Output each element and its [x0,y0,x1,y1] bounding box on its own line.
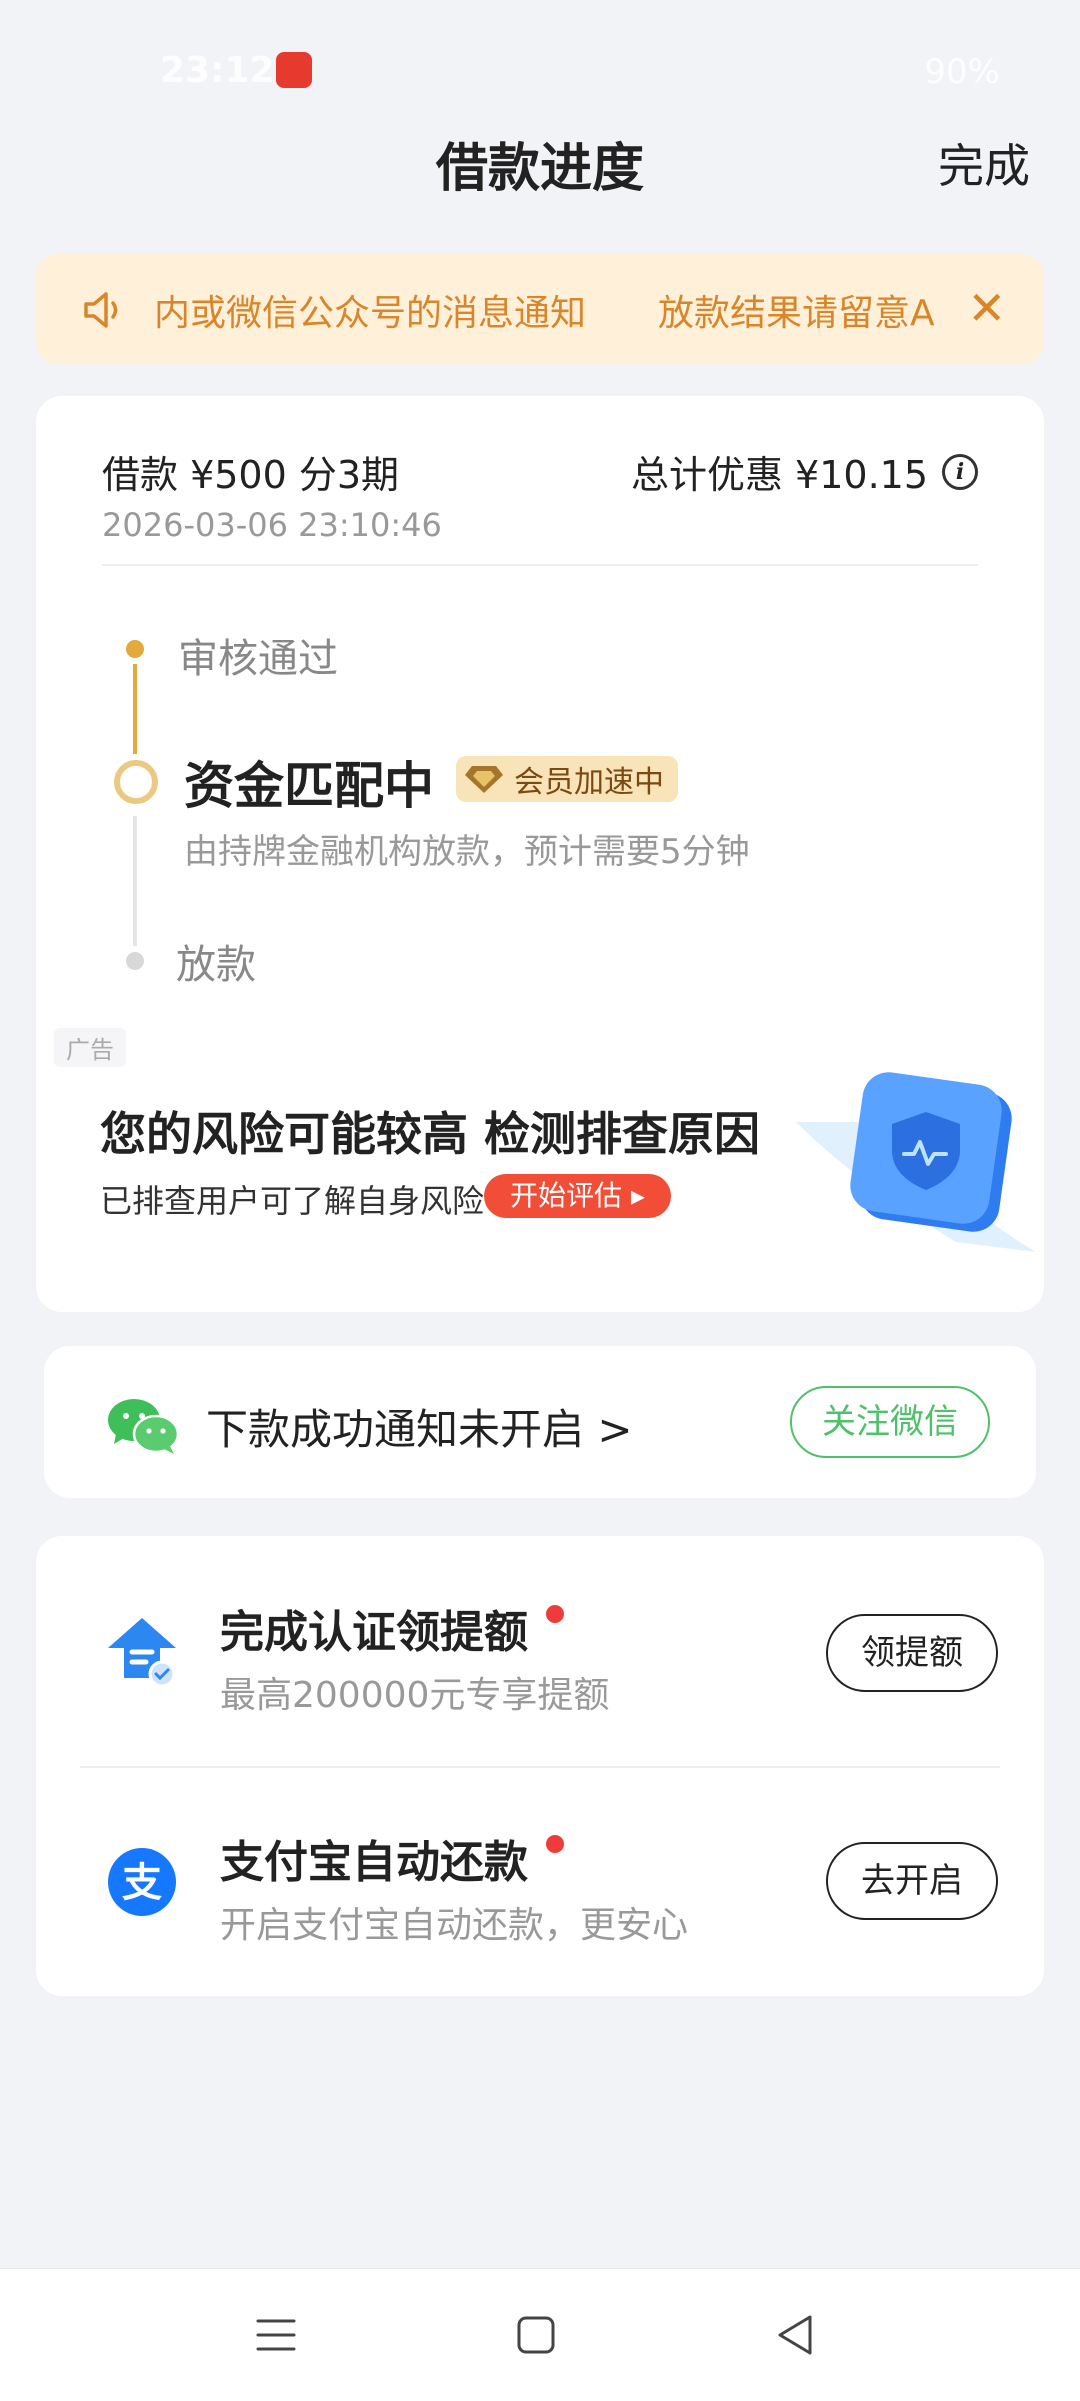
divider [102,564,978,566]
task-subtitle-verify: 最高200000元专享提额 [220,1675,610,1716]
timeline-line-pending [133,816,137,946]
discount-info[interactable]: 总计优惠 ¥10.15 i [631,444,978,499]
home-icon[interactable] [510,2309,562,2361]
enable-autopay-button[interactable]: 去开启 [826,1842,998,1920]
status-time: 23:12 [160,50,275,91]
step-matching: 资金匹配中 [184,757,434,815]
loan-datetime: 2026-03-06 23:10:46 [102,506,442,544]
vip-speedup-badge: 会员加速中 [456,756,678,802]
menu-icon[interactable] [250,2309,302,2361]
ad-tag: 广告 [54,1028,126,1067]
svg-text:支: 支 [122,1860,162,1906]
ad-subtitle: 已排查用户可了解自身风险 [100,1182,485,1220]
close-icon[interactable]: ✕ [967,280,1006,336]
task-title-verify: 完成认证领提额 [220,1596,564,1660]
done-button[interactable]: 完成 [938,130,1030,196]
start-assessment-button[interactable]: 开始评估 ▸ [484,1174,671,1218]
info-icon[interactable]: i [942,453,978,490]
alipay-icon: 支 [108,1848,176,1916]
red-dot-badge [546,1835,564,1853]
step-approved: 审核通过 [178,636,338,682]
vip-badge-label: 会员加速中 [514,765,664,800]
tasks-card: 完成认证领提额 最高200000元专享提额 领提额 支 支付宝自动还款 开启支付… [36,1536,1044,1996]
wechat-notify-card[interactable]: 下款成功通知未开启 > 关注微信 [44,1346,1036,1498]
notice-text: 内或微信公众号的消息通知 放款结果请留意A [154,293,935,334]
timeline-dot-pending [126,952,144,970]
task-title-alipay-text: 支付宝自动还款 [220,1837,528,1888]
task-subtitle-alipay: 开启支付宝自动还款，更安心 [220,1905,689,1946]
system-nav-bar [0,2268,1080,2401]
discount-text: 总计优惠 ¥10.15 [630,453,928,497]
wechat-icon [108,1399,180,1454]
page-title: 借款进度 [435,139,644,199]
battery-indicator: 90% [924,52,1000,92]
loan-progress-card: 借款 ¥500 分3期 总计优惠 ¥10.15 i 2026-03-06 23:… [36,396,1044,1312]
step-disbursement: 放款 [176,942,256,988]
get-credit-button[interactable]: 领提额 [826,1614,998,1692]
shield-card-icon [796,1072,1036,1252]
divider [80,1766,1000,1768]
credit-boost-icon [108,1618,176,1688]
speaker-icon [84,292,118,328]
task-title-verify-text: 完成认证领提额 [220,1607,528,1658]
step-matching-description: 由持牌金融机构放款，预计需要5分钟 [184,832,750,872]
notice-bar: 内或微信公众号的消息通知 放款结果请留意A ✕ [36,254,1044,364]
timeline-current-ring [114,760,158,804]
ad-title[interactable]: 您的风险可能较高 检测排查原因 [100,1098,760,1164]
follow-wechat-button[interactable]: 关注微信 [790,1386,990,1458]
wechat-notify-text[interactable]: 下款成功通知未开启 > [206,1396,633,1457]
task-title-alipay: 支付宝自动还款 [220,1826,564,1890]
timeline-line-done [133,664,137,754]
diamond-icon [465,766,503,793]
loan-summary: 借款 ¥500 分3期 [102,453,400,497]
red-dot-badge [546,1605,564,1623]
status-bar: 23:12 90% [0,0,1080,120]
app-notification-icon [276,52,312,88]
timeline-dot-done [126,640,144,658]
back-icon[interactable] [770,2309,822,2361]
